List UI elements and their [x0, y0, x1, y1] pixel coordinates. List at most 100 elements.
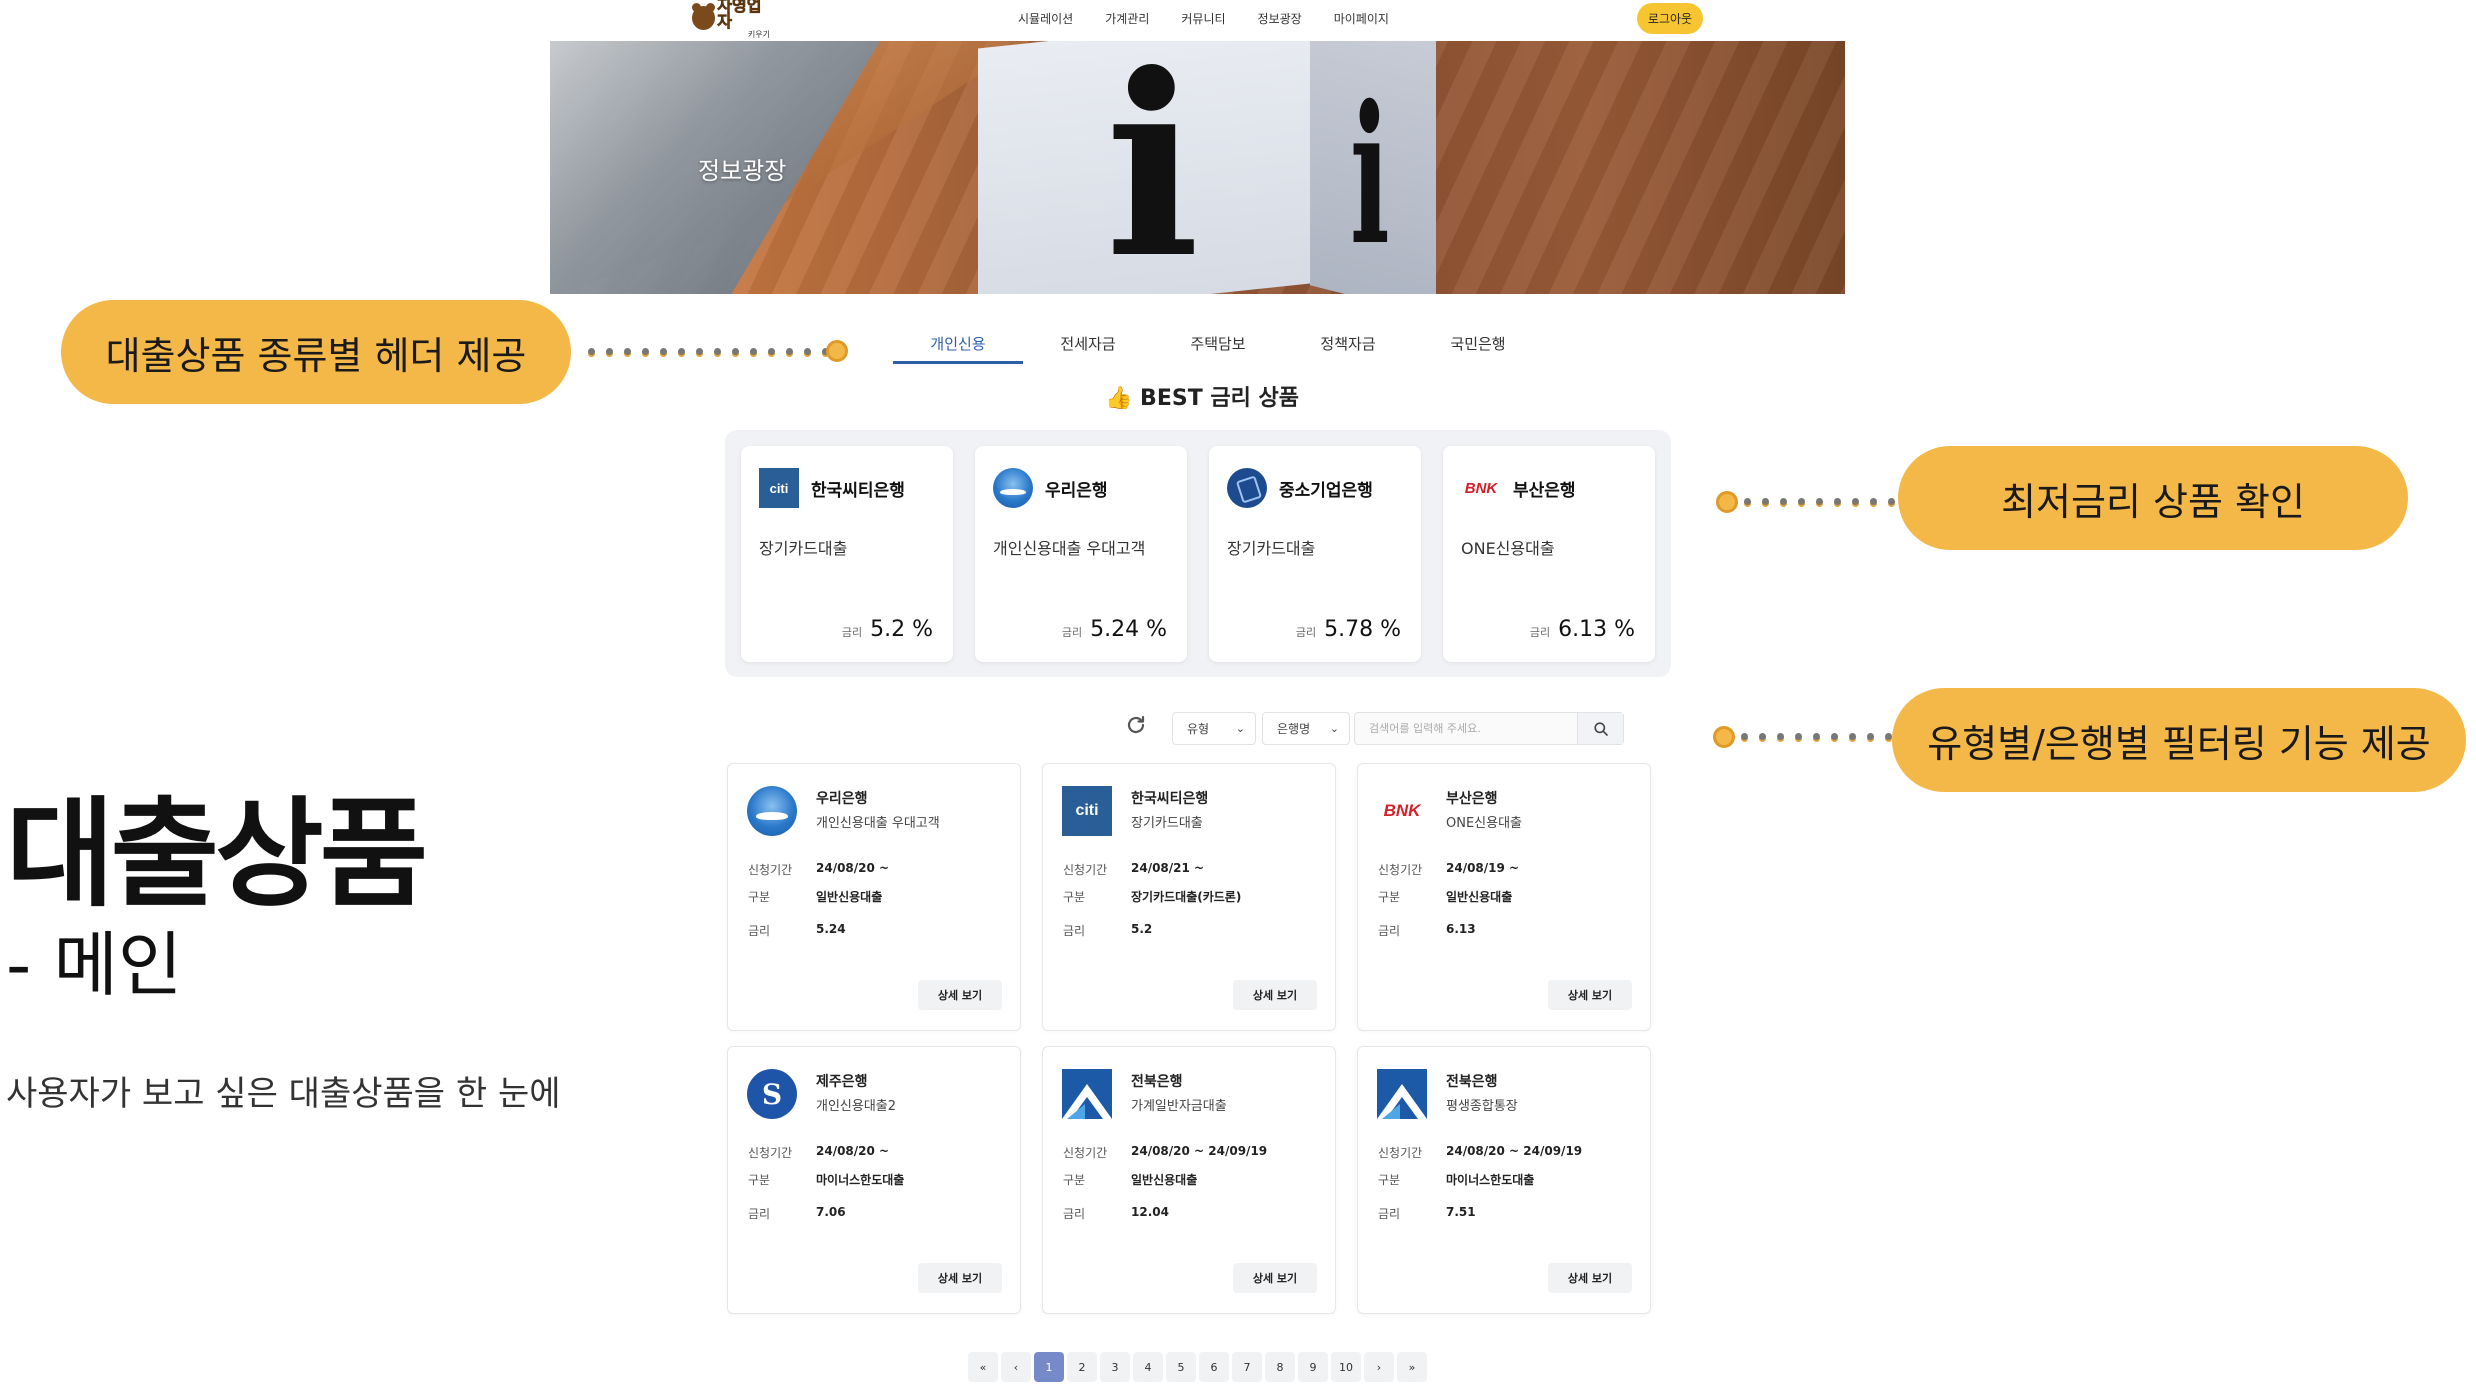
logout-button[interactable]: 로그아웃: [1637, 3, 1703, 34]
tab-personal-credit[interactable]: 개인신용: [893, 326, 1023, 364]
callout-tabs: 대출상품 종류별 헤더 제공: [61, 300, 571, 404]
period-label: 신청기간: [1378, 1146, 1423, 1160]
nav-item-community[interactable]: 커뮤니티: [1181, 10, 1225, 27]
rate-label: 금리: [1063, 1207, 1086, 1221]
type-select-value: 유형: [1187, 722, 1210, 736]
product-category: 일반신용대출: [816, 890, 883, 904]
best-card[interactable]: citi 한국씨티은행 장기카드대출 금리 5.2 %: [741, 446, 953, 662]
search-button[interactable]: [1577, 713, 1623, 744]
product-period: 24/08/20 ~: [816, 861, 890, 875]
product-category: 장기카드대출(카드론): [1131, 890, 1242, 904]
detail-button[interactable]: 상세 보기: [1548, 980, 1632, 1010]
search-box: [1354, 712, 1624, 745]
refresh-icon[interactable]: [1124, 713, 1148, 737]
callout-tabs-anchor: [826, 340, 848, 362]
first-page-button[interactable]: «: [968, 1352, 998, 1382]
best-card-rate: 5.2 %: [870, 617, 933, 642]
product-period: 24/08/20 ~: [816, 1144, 890, 1158]
best-card[interactable]: BNK 부산은행 ONE신용대출 금리 6.13 %: [1443, 446, 1655, 662]
best-card-rate: 5.78 %: [1324, 617, 1401, 642]
product-bank: 우리은행: [816, 791, 868, 807]
product-card: BNK 부산은행 ONE신용대출 신청기간 24/08/19 ~ 구분 일반신용대출…: [1357, 763, 1651, 1031]
logo[interactable]: 자영업자 키우기: [692, 0, 770, 38]
detail-button[interactable]: 상세 보기: [918, 980, 1002, 1010]
product-period: 24/08/20 ~ 24/09/19: [1131, 1144, 1268, 1158]
banner-title: 정보광장: [698, 157, 787, 185]
chevron-down-icon: ⌄: [1235, 722, 1245, 735]
bnk-logo-icon: BNK: [1464, 479, 1498, 497]
tab-jeonse[interactable]: 전세자금: [1023, 326, 1153, 364]
jb-logo-icon: [1062, 1069, 1112, 1119]
product-name: 개인신용대출 우대고객: [816, 816, 940, 831]
slide-description: 사용자가 보고 싶은 대출상품을 한 눈에: [6, 1074, 561, 1114]
product-name: 개인신용대출2: [816, 1099, 897, 1114]
best-card-bank: 중소기업은행: [1279, 480, 1373, 501]
nav-item-info[interactable]: 정보광장: [1258, 10, 1302, 27]
detail-button[interactable]: 상세 보기: [918, 1263, 1002, 1293]
best-card-product: 장기카드대출: [1227, 539, 1316, 558]
product-card: 우리은행 개인신용대출 우대고객 신청기간 24/08/20 ~ 구분 일반신용대출…: [727, 763, 1021, 1031]
page-5-button[interactable]: 5: [1166, 1352, 1196, 1382]
product-period: 24/08/21 ~: [1131, 861, 1205, 875]
page-1-button[interactable]: 1: [1034, 1352, 1064, 1382]
product-rate: 5.24: [816, 922, 846, 936]
product-rate: 7.51: [1446, 1205, 1476, 1219]
best-card[interactable]: 우리은행 개인신용대출 우대고객 금리 5.24 %: [975, 446, 1187, 662]
rate-label: 금리: [1378, 1207, 1401, 1221]
product-bank: 전북은행: [1446, 1074, 1498, 1090]
logo-main-text: 자영업자: [717, 0, 762, 31]
chevron-down-icon: ⌄: [1329, 722, 1339, 735]
best-card-rate-label: 금리: [841, 626, 863, 639]
tab-mortgage[interactable]: 주택담보: [1153, 326, 1283, 364]
best-card-product: ONE신용대출: [1461, 539, 1555, 558]
nav-item-simulation[interactable]: 시뮬레이션: [1018, 10, 1073, 27]
best-card[interactable]: 중소기업은행 장기카드대출 금리 5.78 %: [1209, 446, 1421, 662]
prev-page-button[interactable]: ‹: [1001, 1352, 1031, 1382]
callout-filter-connector: [1741, 729, 1892, 743]
detail-button[interactable]: 상세 보기: [1233, 980, 1317, 1010]
product-period: 24/08/19 ~: [1446, 861, 1520, 875]
product-bank: 부산은행: [1446, 791, 1498, 807]
callout-best: 최저금리 상품 확인: [1898, 446, 2408, 550]
product-name: 장기카드대출: [1131, 816, 1203, 831]
product-card: 전북은행 평생종합통장 신청기간 24/08/20 ~ 24/09/19 구분 마이…: [1357, 1046, 1651, 1314]
product-bank: 전북은행: [1131, 1074, 1183, 1090]
callout-filter: 유형별/은행별 필터링 기능 제공: [1892, 688, 2466, 792]
product-name: 가계일반자금대출: [1131, 1099, 1227, 1114]
rate-label: 금리: [748, 1207, 771, 1221]
page-7-button[interactable]: 7: [1232, 1352, 1262, 1382]
callout-tabs-connector: [588, 344, 847, 358]
nav-item-mypage[interactable]: 마이페이지: [1334, 10, 1389, 27]
page-8-button[interactable]: 8: [1265, 1352, 1295, 1382]
best-card-rate: 5.24 %: [1090, 617, 1167, 642]
slide-title: 대출상품: [6, 785, 428, 923]
product-category: 마이너스한도대출: [816, 1173, 905, 1187]
bank-select[interactable]: 은행명 ⌄: [1262, 712, 1350, 745]
callout-best-connector: [1744, 494, 1895, 508]
product-category: 일반신용대출: [1131, 1173, 1198, 1187]
page-3-button[interactable]: 3: [1100, 1352, 1130, 1382]
product-card: citi 한국씨티은행 장기카드대출 신청기간 24/08/21 ~ 구분 장기카드…: [1042, 763, 1336, 1031]
bank-select-value: 은행명: [1277, 722, 1311, 736]
last-page-button[interactable]: »: [1397, 1352, 1427, 1382]
best-products-panel: citi 한국씨티은행 장기카드대출 금리 5.2 % 우리은행 개인신용대출 …: [725, 430, 1671, 677]
product-card: 전북은행 가계일반자금대출 신청기간 24/08/20 ~ 24/09/19 구분…: [1042, 1046, 1336, 1314]
period-label: 신청기간: [748, 863, 793, 877]
type-select[interactable]: 유형 ⌄: [1172, 712, 1256, 745]
tab-kb-bank[interactable]: 국민은행: [1413, 326, 1543, 364]
search-input[interactable]: [1355, 713, 1577, 744]
product-rate: 12.04: [1131, 1205, 1169, 1219]
page-2-button[interactable]: 2: [1067, 1352, 1097, 1382]
tab-policy-fund[interactable]: 정책자금: [1283, 326, 1413, 364]
nav-item-household[interactable]: 가계관리: [1105, 10, 1149, 27]
detail-button[interactable]: 상세 보기: [1548, 1263, 1632, 1293]
page-9-button[interactable]: 9: [1298, 1352, 1328, 1382]
detail-button[interactable]: 상세 보기: [1233, 1263, 1317, 1293]
page-6-button[interactable]: 6: [1199, 1352, 1229, 1382]
info-icon-side: i: [1350, 64, 1390, 287]
loan-category-tabs: 개인신용 전세자금 주택담보 정책자금 국민은행: [893, 326, 1543, 364]
page-4-button[interactable]: 4: [1133, 1352, 1163, 1382]
next-page-button[interactable]: ›: [1364, 1352, 1394, 1382]
best-card-rate-label: 금리: [1529, 626, 1551, 639]
page-10-button[interactable]: 10: [1331, 1352, 1361, 1382]
